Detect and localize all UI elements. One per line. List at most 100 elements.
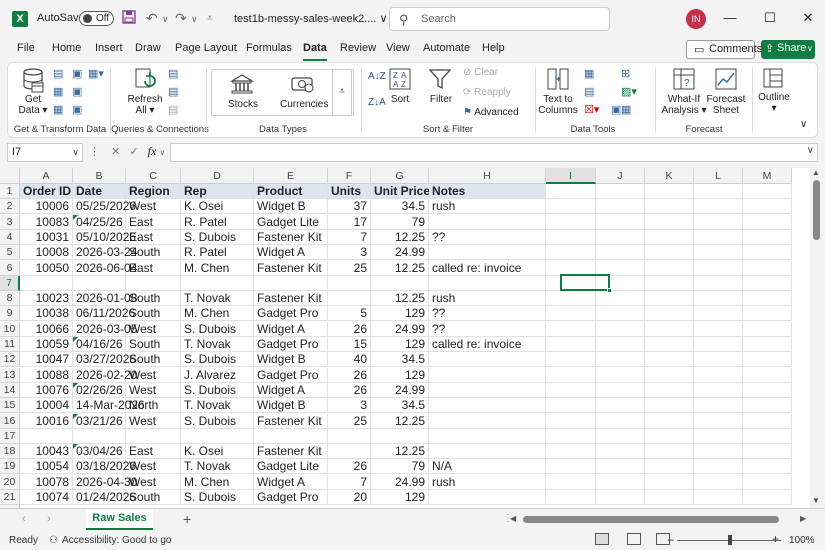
grid-cell[interactable]: West — [126, 382, 181, 398]
tab-formulas[interactable]: Formulas — [246, 42, 292, 54]
grid-cell[interactable]: 79 — [371, 459, 429, 475]
grid-cell[interactable]: East — [126, 260, 181, 276]
grid-cell[interactable]: 10078 — [20, 474, 73, 490]
next-sheet-icon[interactable]: › — [47, 513, 51, 525]
grid-cell[interactable]: T. Novak — [181, 337, 254, 352]
grid-cell[interactable] — [743, 291, 792, 307]
grid-cell[interactable] — [328, 444, 371, 460]
formula-input[interactable]: ∨ — [170, 143, 818, 162]
grid-cell[interactable] — [546, 229, 596, 245]
grid-cell[interactable]: Gadget Lite — [254, 214, 328, 230]
row-header-5[interactable]: 5 — [0, 245, 20, 261]
grid-cell[interactable]: S. Dubois — [181, 229, 254, 245]
database-icon[interactable] — [22, 67, 44, 96]
grid-cell[interactable] — [596, 199, 645, 215]
zoom-slider-thumb[interactable] — [728, 535, 732, 545]
grid-cell[interactable]: 10038 — [20, 306, 73, 322]
grid-cell[interactable] — [694, 459, 743, 475]
grid-cell[interactable] — [743, 459, 792, 475]
grid-cell[interactable] — [546, 428, 596, 444]
outline-icon[interactable] — [762, 67, 784, 92]
column-header-d[interactable]: D — [181, 168, 254, 184]
grid-cell[interactable] — [743, 260, 792, 276]
grid-cell[interactable] — [429, 382, 546, 398]
text-to-columns-icon[interactable] — [546, 67, 570, 94]
grid-cell[interactable] — [645, 490, 694, 505]
scroll-right-icon[interactable]: ▶ — [800, 514, 806, 523]
grid-cell[interactable] — [596, 474, 645, 490]
redo-icon[interactable]: ↷ — [175, 10, 187, 27]
grid-cell[interactable]: 04/16/26 — [73, 337, 126, 352]
grid-cell[interactable] — [429, 428, 546, 444]
header-cell[interactable]: Product — [254, 184, 328, 199]
grid-cell[interactable] — [596, 214, 645, 230]
grid-cell[interactable] — [546, 382, 596, 398]
worksheet-grid[interactable]: A B C D E F G H I J K L M 1 Order ID Date Region Rep Produ… — [0, 168, 825, 508]
grid-cell[interactable] — [429, 398, 546, 414]
grid-cell[interactable]: Widget A — [254, 321, 328, 337]
grid-cell[interactable]: 24.99 — [371, 382, 429, 398]
undo-dropdown-icon[interactable]: ∨ — [162, 14, 169, 25]
grid-cell[interactable] — [254, 428, 328, 444]
grid-cell[interactable]: called re: invoice — [429, 260, 546, 276]
grid-cell[interactable]: T. Novak — [181, 398, 254, 414]
grid-cell[interactable] — [546, 398, 596, 414]
from-picture-icon[interactable]: ▣ — [72, 103, 82, 116]
grid-cell[interactable]: 15 — [328, 337, 371, 352]
get-data-button[interactable]: Get Data ▾ — [18, 94, 48, 116]
accessibility-status[interactable]: Accessibility: Good to go — [62, 535, 172, 546]
tab-review[interactable]: Review — [340, 42, 376, 54]
grid-cell[interactable] — [546, 306, 596, 322]
grid-cell[interactable]: T. Novak — [181, 459, 254, 475]
grid-cell[interactable] — [596, 321, 645, 337]
row-header-7[interactable]: 7 — [0, 275, 20, 291]
grid-cell[interactable] — [645, 214, 694, 230]
grid-cell[interactable] — [596, 352, 645, 368]
grid-cell[interactable] — [743, 444, 792, 460]
grid-cell[interactable]: N/A — [429, 459, 546, 475]
grid-cell[interactable] — [328, 428, 371, 444]
grid-cell[interactable]: 34.5 — [371, 398, 429, 414]
data-types-more-icon[interactable]: ⩡ — [332, 69, 352, 116]
grid-cell[interactable]: East — [126, 229, 181, 245]
grid-cell[interactable]: 01/24/2026 — [73, 490, 136, 505]
grid-cell[interactable]: North — [126, 398, 181, 414]
grid-cell[interactable] — [371, 428, 429, 444]
select-all-corner[interactable] — [0, 168, 20, 184]
tab-draw[interactable]: Draw — [135, 42, 161, 54]
grid-cell[interactable]: S. Dubois — [181, 352, 254, 368]
column-header-g[interactable]: G — [371, 168, 429, 184]
grid-cell[interactable]: Gadget Pro — [254, 306, 328, 322]
grid-cell[interactable] — [743, 245, 792, 261]
grid-cell[interactable]: 10004 — [20, 398, 73, 414]
recent-sources-icon[interactable]: ▣ — [72, 67, 82, 80]
grid-cell[interactable] — [429, 214, 546, 230]
column-header-l[interactable]: L — [694, 168, 743, 184]
zoom-level[interactable]: 100% — [789, 535, 815, 546]
grid-cell[interactable] — [645, 367, 694, 383]
grid-cell[interactable] — [596, 367, 645, 383]
grid-cell[interactable] — [429, 275, 546, 291]
row-header-11[interactable]: 11 — [0, 337, 20, 352]
grid-cell[interactable]: 10054 — [20, 459, 73, 475]
grid-cell[interactable]: 2026-03-24 — [73, 245, 137, 261]
grid-cell[interactable] — [694, 306, 743, 322]
grid-cell[interactable] — [429, 352, 546, 368]
grid-cell[interactable]: 12.25 — [371, 413, 429, 429]
grid-cell[interactable]: East — [126, 214, 181, 230]
grid-cell[interactable]: 25 — [328, 260, 371, 276]
grid-cell[interactable]: 40 — [328, 352, 371, 368]
from-text-icon[interactable]: ▤ — [53, 67, 63, 80]
grid-cell[interactable] — [645, 306, 694, 322]
grid-cell[interactable] — [743, 337, 792, 352]
flash-fill-icon[interactable]: ▦ — [584, 67, 594, 80]
row-header-6[interactable]: 6 — [0, 260, 20, 276]
grid-cell[interactable]: 10076 — [20, 382, 73, 398]
grid-cell[interactable]: 14-Mar-2026 — [73, 398, 145, 414]
grid-cell[interactable]: 7 — [328, 229, 371, 245]
grid-cell[interactable]: 34.5 — [371, 199, 429, 215]
grid-cell[interactable]: Widget B — [254, 398, 328, 414]
grid-cell[interactable] — [596, 382, 645, 398]
grid-cell[interactable] — [546, 490, 596, 505]
column-header-m[interactable]: M — [743, 168, 792, 184]
